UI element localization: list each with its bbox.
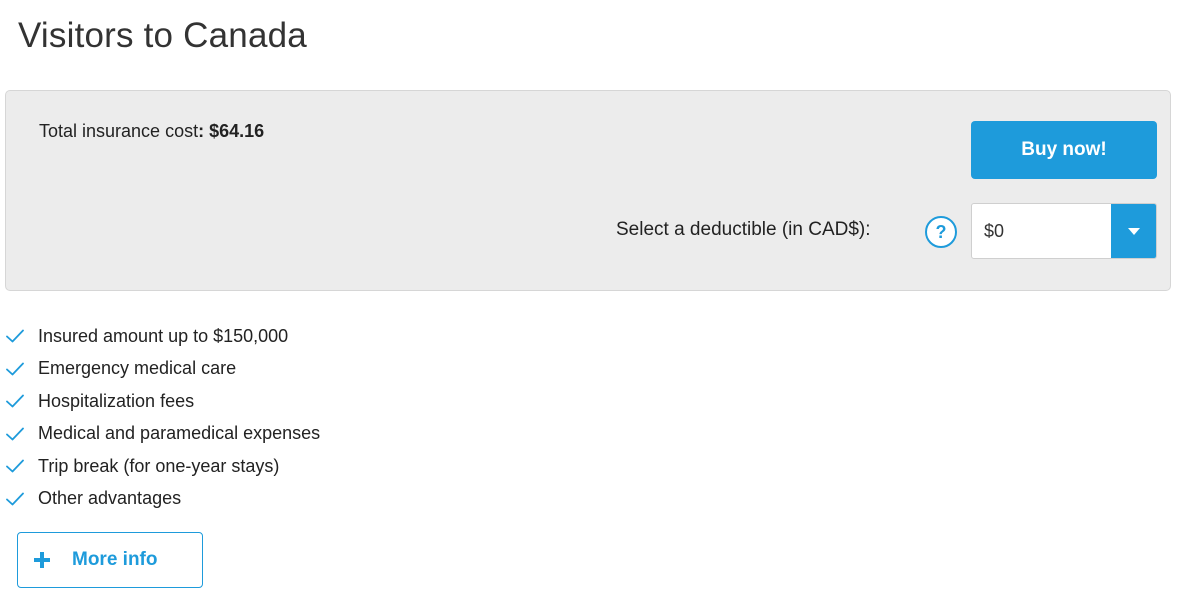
benefit-item: Hospitalization fees bbox=[6, 385, 320, 418]
quote-panel: Total insurance cost: $64.16 Buy now! Se… bbox=[5, 90, 1171, 291]
chevron-down-icon bbox=[1127, 227, 1140, 235]
total-cost-label: Total insurance cost bbox=[39, 121, 199, 141]
more-info-label: More info bbox=[72, 549, 158, 570]
benefit-item: Other advantages bbox=[6, 483, 320, 516]
benefit-label: Emergency medical care bbox=[38, 358, 237, 379]
benefit-label: Insured amount up to $150,000 bbox=[38, 325, 289, 346]
benefits-list: Insured amount up to $150,000 Emergency … bbox=[6, 320, 320, 515]
deductible-dropdown-toggle[interactable] bbox=[1111, 204, 1156, 258]
benefit-label: Hospitalization fees bbox=[38, 390, 195, 411]
benefit-label: Medical and paramedical expenses bbox=[38, 423, 321, 444]
question-circle-icon[interactable]: ? bbox=[925, 216, 957, 248]
check-icon bbox=[6, 459, 24, 473]
total-cost-amount: $64.16 bbox=[209, 121, 265, 141]
buy-now-button[interactable]: Buy now! bbox=[971, 121, 1157, 179]
deductible-label: Select a deductible (in CAD$): bbox=[616, 219, 871, 240]
benefit-item: Medical and paramedical expenses bbox=[6, 418, 320, 451]
check-icon bbox=[6, 427, 24, 441]
total-cost-separator: : bbox=[198, 121, 210, 141]
page-title: Visitors to Canada bbox=[18, 16, 307, 55]
benefit-item: Emergency medical care bbox=[6, 353, 320, 386]
check-icon bbox=[6, 394, 24, 408]
benefit-label: Trip break (for one-year stays) bbox=[38, 455, 280, 476]
deductible-select[interactable]: $0 bbox=[971, 203, 1157, 259]
plus-icon bbox=[34, 552, 50, 568]
check-icon bbox=[6, 329, 24, 343]
total-cost: Total insurance cost: $64.16 bbox=[39, 121, 264, 142]
benefit-label: Other advantages bbox=[38, 488, 182, 509]
more-info-button[interactable]: More info bbox=[17, 532, 203, 588]
check-icon bbox=[6, 492, 24, 506]
deductible-selected-value: $0 bbox=[984, 221, 1005, 241]
benefit-item: Insured amount up to $150,000 bbox=[6, 320, 320, 353]
check-icon bbox=[6, 362, 24, 376]
benefit-item: Trip break (for one-year stays) bbox=[6, 450, 320, 483]
